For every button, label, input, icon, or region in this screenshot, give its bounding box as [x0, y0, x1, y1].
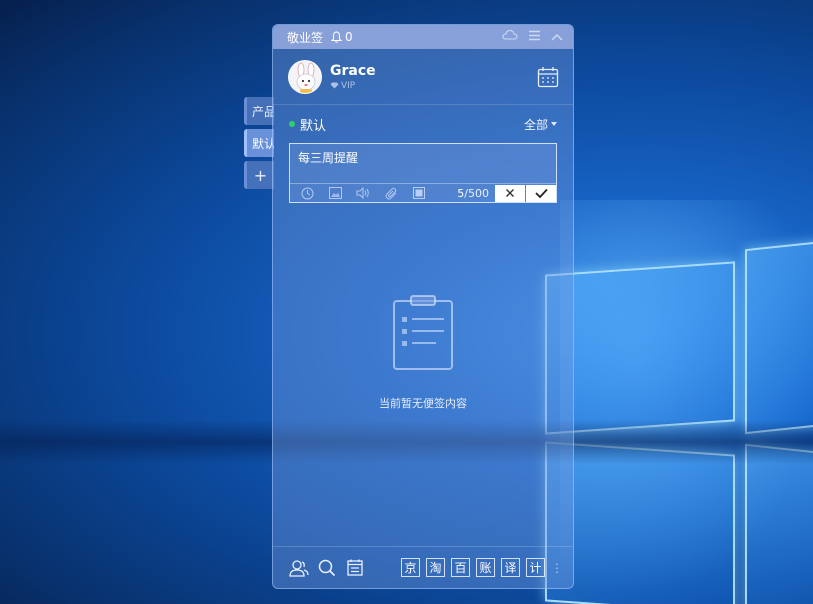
- titlebar: 敬业签 0: [273, 25, 573, 49]
- reminder-button[interactable]: [300, 186, 314, 200]
- tool-calculator[interactable]: 计: [526, 558, 545, 577]
- attachment-button[interactable]: [384, 186, 398, 200]
- tool-accounting[interactable]: 账: [476, 558, 495, 577]
- side-tab-product[interactable]: 产品: [244, 97, 274, 125]
- notification-count: 0: [345, 30, 353, 44]
- image-icon: [328, 187, 342, 199]
- check-icon: [534, 188, 548, 198]
- user-info: Grace VIP: [330, 63, 537, 91]
- footer-toolbar: 京 淘 百 账 译 计 ⋮: [273, 546, 573, 588]
- clock-icon: [301, 187, 313, 199]
- category-name: 默认: [300, 118, 327, 134]
- cloud-icon: [502, 29, 518, 40]
- vip-badge[interactable]: VIP: [330, 81, 537, 91]
- notifications-button[interactable]: 0: [331, 30, 353, 44]
- category-side-tabs: 产品 默认 +: [244, 97, 274, 193]
- notes-window: 敬业签 0 Grace VIP 默认 全部 每三周提醒 5/500 当前暂无便签…: [272, 24, 574, 589]
- cancel-button[interactable]: [495, 184, 525, 202]
- editor-toolbar: 5/500: [290, 183, 556, 202]
- calendar-button[interactable]: [537, 66, 559, 88]
- voice-button[interactable]: [356, 186, 370, 200]
- empty-state-message: 当前暂无便签内容: [379, 397, 467, 410]
- search-button[interactable]: [317, 558, 337, 578]
- vip-label: VIP: [341, 80, 356, 91]
- clipboard-icon: [393, 295, 453, 370]
- category-status-dot: [289, 121, 295, 127]
- add-category-button[interactable]: +: [244, 161, 274, 189]
- char-counter: 5/500: [457, 187, 489, 200]
- filter-value: 全部: [523, 117, 548, 132]
- collapse-button[interactable]: [551, 30, 563, 45]
- more-icon[interactable]: ⋮: [551, 561, 563, 575]
- tool-translate[interactable]: 译: [501, 558, 520, 577]
- tool-taobao[interactable]: 淘: [426, 558, 445, 577]
- wallpaper-pane: [745, 443, 813, 604]
- calendar-icon: [537, 66, 559, 87]
- audio-icon: [356, 187, 369, 199]
- diamond-icon: [330, 82, 339, 89]
- chevron-down-icon: [551, 122, 557, 126]
- notes-icon: [347, 559, 363, 576]
- note-input[interactable]: 每三周提醒: [290, 144, 556, 184]
- filter-dropdown[interactable]: 全部: [524, 116, 557, 133]
- note-editor[interactable]: 每三周提醒 5/500: [289, 143, 557, 203]
- wallpaper-pane: [745, 240, 813, 435]
- bunny-avatar-icon: [289, 60, 321, 93]
- close-icon: [506, 189, 514, 197]
- user-name[interactable]: Grace: [330, 63, 537, 79]
- stop-button[interactable]: [412, 186, 426, 200]
- contacts-icon: [289, 559, 309, 577]
- user-header: Grace VIP: [273, 49, 573, 105]
- menu-button[interactable]: [528, 30, 541, 45]
- notes-list-button[interactable]: [345, 558, 365, 578]
- confirm-button[interactable]: [526, 184, 556, 202]
- menu-icon: [529, 30, 540, 40]
- bell-icon: [331, 31, 343, 43]
- tool-baidu[interactable]: 百: [451, 558, 470, 577]
- side-tab-default[interactable]: 默认: [244, 129, 274, 157]
- tool-jingdong[interactable]: 京: [401, 558, 420, 577]
- search-icon: [318, 559, 336, 576]
- collapse-icon: [551, 33, 563, 41]
- cloud-sync-button[interactable]: [502, 29, 518, 45]
- avatar[interactable]: [288, 59, 322, 94]
- empty-state: 当前暂无便签内容: [273, 295, 573, 411]
- attachment-icon: [385, 187, 396, 199]
- app-title: 敬业签: [287, 30, 324, 45]
- char-count-max: /500: [464, 186, 489, 200]
- stop-icon: [413, 187, 425, 199]
- contacts-button[interactable]: [289, 558, 309, 578]
- category-row: 默认 全部: [273, 105, 573, 143]
- insert-image-button[interactable]: [328, 186, 342, 200]
